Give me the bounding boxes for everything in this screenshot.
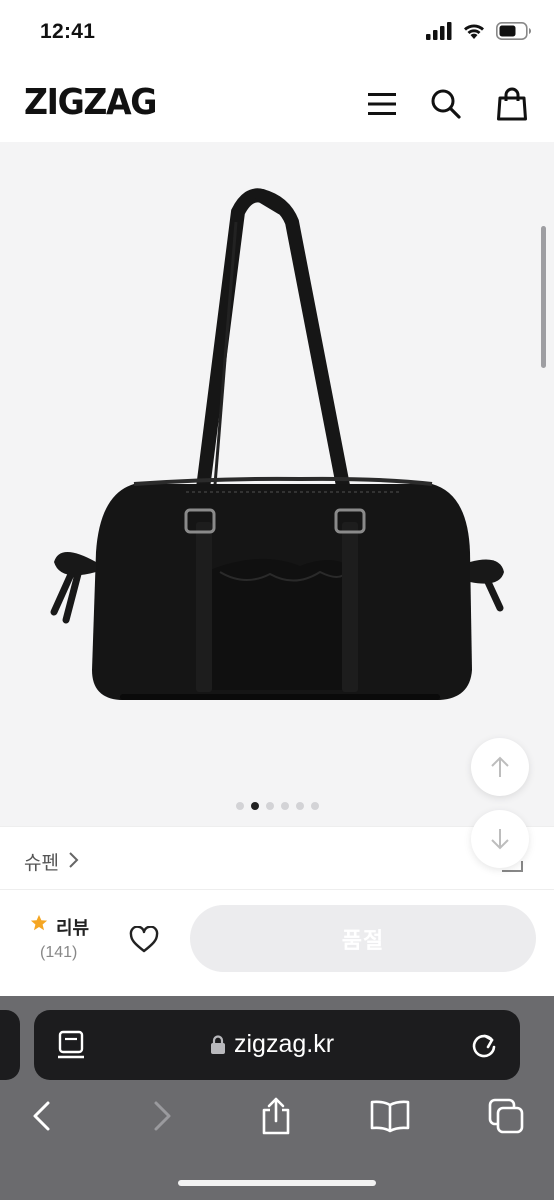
status-time: 12:41 xyxy=(40,20,96,43)
zigzag-logo[interactable]: ZIGZAG xyxy=(24,82,157,123)
previous-tab-peek[interactable] xyxy=(0,1010,20,1080)
battery-icon xyxy=(496,22,531,40)
signal-icon xyxy=(426,22,452,40)
bookmarks-button[interactable] xyxy=(368,1094,412,1138)
carousel-dot[interactable] xyxy=(310,802,319,810)
page-scroll-indicator xyxy=(541,226,546,368)
tabs-icon xyxy=(488,1098,524,1134)
status-icons xyxy=(426,22,532,40)
search-icon xyxy=(431,89,461,119)
star-icon xyxy=(30,914,48,931)
reload-icon[interactable] xyxy=(466,1027,502,1063)
chevron-right-icon xyxy=(69,852,79,868)
shop-name[interactable]: 슈펜 xyxy=(24,848,59,875)
share-button[interactable] xyxy=(254,1094,298,1138)
cart-button[interactable] xyxy=(492,84,532,124)
product-image xyxy=(50,188,504,700)
review-label: 리뷰 xyxy=(56,918,90,938)
url-text: zigzag.kr xyxy=(234,1030,335,1058)
menu-button[interactable] xyxy=(362,84,402,124)
purchase-action-bar: 리뷰 (141) 품절 xyxy=(0,890,554,996)
carousel-dot[interactable] xyxy=(235,802,244,810)
shopping-bag-icon xyxy=(497,87,527,121)
book-icon xyxy=(370,1100,410,1133)
carousel-dots xyxy=(0,802,554,810)
page-menu-icon[interactable] xyxy=(54,1027,90,1063)
soldout-button[interactable]: 품절 xyxy=(190,905,536,972)
search-button[interactable] xyxy=(426,84,466,124)
arrow-up-icon xyxy=(491,756,509,777)
chevron-left-icon xyxy=(33,1101,50,1131)
app-header: ZIGZAG xyxy=(0,68,554,142)
chevron-right-icon xyxy=(154,1101,171,1131)
arrow-down-icon xyxy=(491,829,509,850)
forward-button[interactable] xyxy=(140,1094,184,1138)
back-button[interactable] xyxy=(20,1094,64,1138)
product-image-carousel[interactable] xyxy=(0,142,554,826)
browser-toolbar: zigzag.kr xyxy=(0,996,554,1200)
carousel-dot[interactable] xyxy=(280,802,289,810)
review-count: (141) xyxy=(40,944,78,961)
carousel-dot[interactable] xyxy=(265,802,274,810)
menu-icon xyxy=(368,93,396,115)
wishlist-button[interactable] xyxy=(124,920,164,960)
carousel-dot-active[interactable] xyxy=(250,802,259,810)
carousel-dot[interactable] xyxy=(295,802,304,810)
share-icon xyxy=(262,1097,290,1135)
heart-icon xyxy=(129,926,159,953)
tabs-button[interactable] xyxy=(484,1094,528,1138)
status-bar: 12:41 xyxy=(0,0,554,68)
home-indicator xyxy=(178,1180,376,1186)
scroll-top-button[interactable] xyxy=(471,738,529,796)
scroll-down-button[interactable] xyxy=(471,810,529,868)
lock-icon xyxy=(211,1035,225,1054)
address-bar[interactable]: zigzag.kr xyxy=(34,1010,520,1080)
wifi-icon xyxy=(464,24,484,39)
